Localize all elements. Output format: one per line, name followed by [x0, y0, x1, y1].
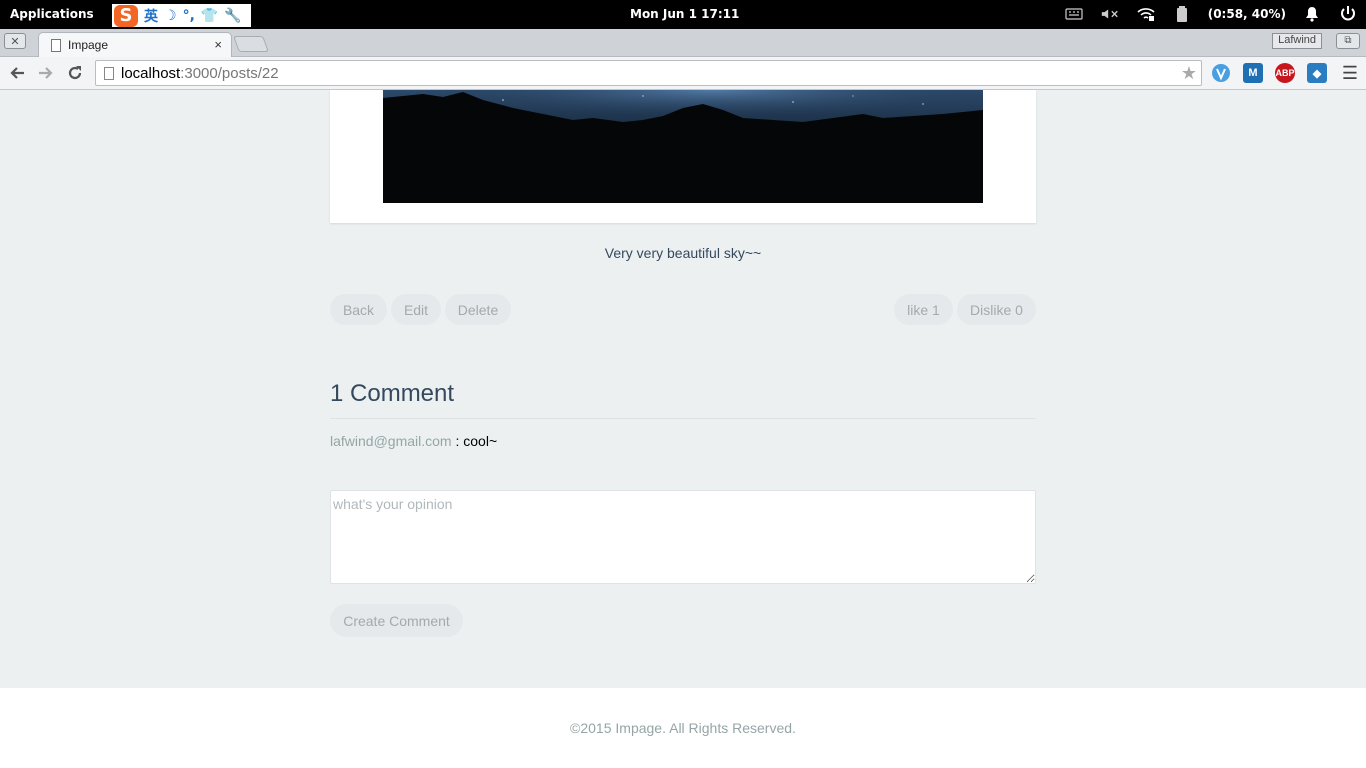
profile-button[interactable]: Lafwind — [1272, 33, 1322, 49]
battery-icon[interactable] — [1172, 5, 1192, 23]
ime-skin-icon[interactable]: 👕 — [201, 8, 218, 24]
post-card — [330, 90, 1036, 223]
reload-icon[interactable] — [64, 62, 86, 84]
forward-arrow-icon[interactable] — [35, 62, 57, 84]
restore-window-button[interactable]: ⧉ — [1336, 33, 1360, 49]
dislike-button[interactable]: Dislike 0 — [957, 294, 1036, 325]
post-caption: Very very beautiful sky~~ — [604, 245, 762, 261]
ime-moon-icon[interactable]: ☽ — [164, 8, 177, 24]
footer: ©2015 Impage. All Rights Reserved. — [0, 688, 1366, 768]
m-extension-icon[interactable]: M — [1243, 63, 1263, 83]
applications-menu[interactable]: Applications — [10, 7, 94, 21]
tab-close-icon[interactable]: × — [214, 37, 222, 52]
url-host: localhost — [121, 64, 181, 82]
sogou-logo-icon[interactable]: S — [114, 4, 138, 27]
page-icon — [51, 38, 61, 52]
like-button[interactable]: like 1 — [894, 294, 953, 325]
url-path: :3000/posts/22 — [180, 64, 279, 82]
bookmark-star-icon[interactable]: ★ — [1181, 63, 1197, 84]
page-icon — [104, 66, 114, 80]
ime-punctuation-icon[interactable]: °, — [183, 8, 195, 24]
ime-settings-icon[interactable]: 🔧 — [224, 8, 241, 24]
comment-separator: : — [451, 433, 464, 449]
tab-impage[interactable]: Impage × — [38, 32, 232, 57]
vimium-icon[interactable] — [1211, 63, 1231, 83]
dropbox-icon[interactable]: ◆ — [1307, 63, 1327, 83]
create-comment-button[interactable]: Create Comment — [330, 604, 463, 637]
system-tray: (0:58, 40%) — [1064, 5, 1358, 23]
delete-button[interactable]: Delete — [445, 294, 511, 325]
comment-author: lafwind@gmail.com — [330, 433, 452, 449]
edit-button[interactable]: Edit — [391, 294, 441, 325]
back-arrow-icon[interactable] — [6, 62, 28, 84]
post-image — [383, 90, 983, 203]
browser-tab-bar: ✕ Impage × Lafwind ⧉ — [0, 29, 1366, 57]
comments-heading: 1 Comment — [330, 380, 455, 407]
comment-text: cool~ — [463, 433, 498, 449]
tab-title: Impage — [68, 38, 109, 52]
battery-status: (0:58, 40%) — [1207, 7, 1286, 21]
bell-icon[interactable] — [1302, 5, 1322, 23]
back-button[interactable]: Back — [330, 294, 387, 325]
adblock-plus-icon[interactable]: ABP — [1275, 63, 1295, 83]
input-method-toolbar[interactable]: S 英 ☽ °, 👕 🔧 — [112, 4, 251, 27]
page-content: Very very beautiful sky~~ Back Edit Dele… — [0, 90, 1366, 688]
mute-icon[interactable] — [1100, 5, 1120, 23]
divider — [330, 418, 1036, 419]
clock[interactable]: Mon Jun 1 17:11 — [630, 7, 739, 21]
browser-toolbar: localhost:3000/posts/22 ★ M ABP ◆ ☰ — [0, 57, 1366, 90]
comment-input[interactable] — [330, 490, 1036, 584]
menu-hamburger-icon[interactable]: ☰ — [1342, 63, 1358, 84]
address-bar[interactable]: localhost:3000/posts/22 ★ — [95, 60, 1202, 86]
new-tab-button[interactable] — [233, 36, 269, 52]
footer-copyright: ©2015 Impage. All Rights Reserved. — [570, 720, 796, 736]
keyboard-icon[interactable] — [1064, 5, 1084, 23]
ime-language-toggle[interactable]: 英 — [144, 6, 158, 26]
comment-item: lafwind@gmail.com : cool~ — [330, 433, 497, 449]
system-top-panel: Applications S 英 ☽ °, 👕 🔧 Mon Jun 1 17:1… — [0, 0, 1366, 29]
wifi-icon[interactable] — [1136, 5, 1156, 23]
power-icon[interactable] — [1338, 5, 1358, 23]
window-close-button[interactable]: ✕ — [4, 33, 26, 49]
